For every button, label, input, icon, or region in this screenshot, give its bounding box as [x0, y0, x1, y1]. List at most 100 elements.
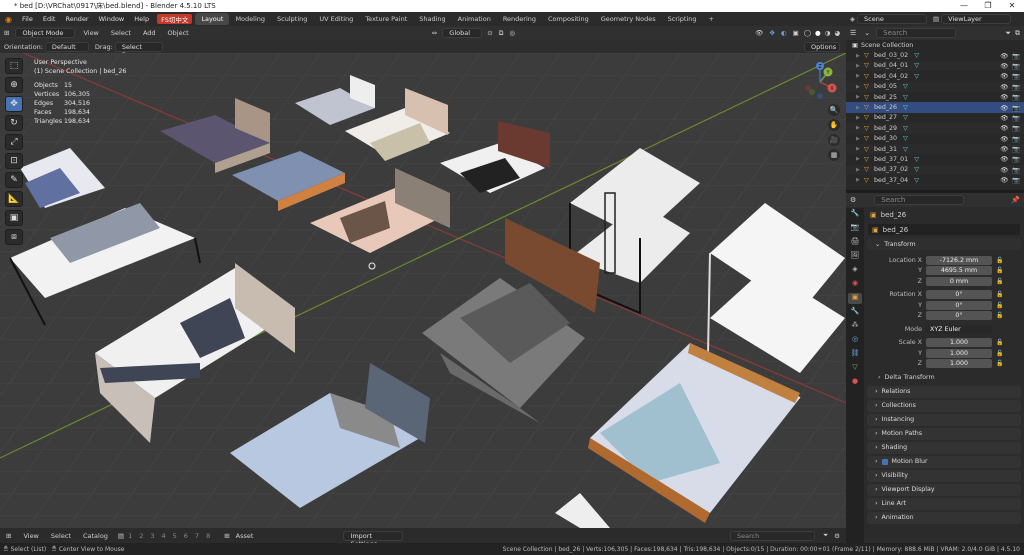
tab-geometry-nodes[interactable]: Geometry Nodes	[595, 13, 662, 25]
camera-render-icon[interactable]: 📷	[1012, 124, 1020, 132]
rotate-tool-icon[interactable]: ↻	[5, 115, 23, 131]
panel-shading[interactable]: › Shading	[867, 441, 1021, 454]
mirror-icon[interactable]: ⇔	[432, 29, 437, 37]
outliner-item-bed-04-02[interactable]: ▶ ▽ bed_04_02 ▽ 👁 📷	[846, 71, 1024, 81]
layer-2-button[interactable]: 2	[139, 532, 143, 540]
add-cube-tool-icon[interactable]: ▣	[5, 210, 23, 226]
expand-arrow-icon[interactable]: ▶	[856, 146, 864, 152]
outliner-item-bed-29[interactable]: ▶ ▽ bed_29 ▽ 👁 📷	[846, 123, 1024, 134]
menu-file[interactable]: File	[17, 15, 38, 23]
expand-arrow-icon[interactable]: ▶	[856, 156, 864, 162]
outliner-search-input[interactable]: Search	[876, 28, 957, 38]
panel-collections[interactable]: › Collections	[867, 399, 1021, 412]
panel-relations[interactable]: › Relations	[867, 385, 1021, 398]
eye-visibility-icon[interactable]: 👁	[1000, 93, 1008, 101]
timeline-menu-catalog[interactable]: Catalog	[77, 532, 114, 540]
transform-panel-header[interactable]: ⌄ Transform	[867, 238, 1021, 250]
tab-rendering[interactable]: Rendering	[497, 13, 542, 25]
blender-logo-icon[interactable]: ◉	[0, 15, 17, 24]
expand-arrow-icon[interactable]: ▶	[856, 84, 864, 90]
tab-layout[interactable]: Layout	[195, 13, 230, 25]
location-z-field[interactable]: 0 mm	[926, 276, 992, 286]
shading-solid-icon[interactable]: ●	[815, 29, 821, 37]
overlay-toggle-icon[interactable]: ◐	[781, 29, 787, 37]
camera-render-icon[interactable]: 📷	[1012, 104, 1020, 112]
pan-hand-icon[interactable]: ✋	[828, 119, 840, 131]
output-tab-icon[interactable]: 🖨	[848, 237, 862, 248]
eye-visibility-icon[interactable]: 👁	[1000, 72, 1008, 80]
outliner-item-bed-37-04[interactable]: ▶ ▽ bed_37_04 ▽ 👁 📷	[846, 175, 1024, 185]
panel-animation[interactable]: › Animation	[867, 511, 1021, 524]
measure-tool-icon[interactable]: 📐	[5, 191, 23, 207]
outliner-item-bed-31[interactable]: ▶ ▽ bed_31 ▽ 👁 📷	[846, 143, 1024, 155]
tab-compositing[interactable]: Compositing	[542, 13, 595, 25]
eye-visibility-icon[interactable]: 👁	[1000, 104, 1008, 112]
shading-rendered-icon[interactable]: ◕	[834, 29, 840, 37]
menu-window[interactable]: Window	[94, 15, 130, 23]
data-tab-icon[interactable]: ▽	[848, 363, 862, 374]
viewport-menu-view[interactable]: View	[77, 29, 104, 37]
library-icon[interactable]: ▤	[118, 532, 124, 540]
options-dropdown[interactable]: Options	[804, 41, 840, 52]
add-object-tool-icon[interactable]: ⧈	[5, 229, 23, 245]
expand-arrow-icon[interactable]: ▶	[856, 115, 864, 121]
filter-icon[interactable]: ⏷	[1005, 29, 1011, 38]
expand-arrow-icon[interactable]: ▶	[856, 125, 864, 131]
menu-help[interactable]: Help	[129, 15, 154, 23]
rotation-mode-selector[interactable]: XYZ Euler	[926, 324, 992, 334]
panel-line-art[interactable]: › Line Art	[867, 497, 1021, 510]
lock-icon[interactable]: 🔓	[996, 339, 1003, 346]
tab-modeling[interactable]: Modeling	[229, 13, 271, 25]
layer-5-button[interactable]: 5	[173, 532, 177, 540]
object-data-name-field[interactable]: bed_26	[883, 226, 909, 234]
maximize-button[interactable]: ❐	[976, 0, 1000, 12]
settings-gear-icon[interactable]: ⚙	[834, 532, 840, 540]
camera-render-icon[interactable]: 📷	[1012, 52, 1020, 60]
lock-icon[interactable]: 🔓	[996, 267, 1003, 274]
camera-render-icon[interactable]: 📷	[1012, 83, 1020, 91]
eye-visibility-icon[interactable]: 👁	[1000, 124, 1008, 132]
layer-1-button[interactable]: 1	[128, 532, 132, 540]
outliner-item-bed-37-01[interactable]: ▶ ▽ bed_37_01 ▽ 👁 📷	[846, 154, 1024, 164]
render-tab-icon[interactable]: 📷	[848, 223, 862, 234]
ortho-toggle-icon[interactable]: ▦	[828, 149, 840, 161]
layer-8-button[interactable]: 8	[206, 532, 210, 540]
expand-arrow-icon[interactable]: ▶	[856, 105, 864, 111]
lock-icon[interactable]: 🔓	[996, 278, 1003, 285]
scale-tool-icon[interactable]: ⤢	[5, 134, 23, 150]
outliner-editor-icon[interactable]: ☰	[850, 29, 856, 37]
outliner-item-bed-05[interactable]: ▶ ▽ bed_05 ▽ 👁 📷	[846, 81, 1024, 92]
panel-motion-blur[interactable]: › Motion Blur	[867, 455, 1021, 468]
asset-search-input[interactable]: Search	[729, 530, 815, 541]
close-button[interactable]: ✕	[1000, 0, 1024, 12]
outliner-item-bed-03-02[interactable]: ▶ ▽ bed_03_02 ▽ 👁 📷	[846, 50, 1024, 60]
drag-selector[interactable]: Select Box	[114, 41, 163, 59]
viewport-scene[interactable]	[0, 53, 846, 528]
annotate-tool-icon[interactable]: ✎	[5, 172, 23, 188]
expand-arrow-icon[interactable]: ▶	[856, 73, 864, 79]
zoom-icon[interactable]: 🔍	[828, 104, 840, 116]
add-workspace-button[interactable]: +	[703, 13, 720, 25]
camera-view-icon[interactable]: 🎥	[828, 134, 840, 146]
location-y-field[interactable]: 4695.5 mm	[926, 266, 992, 276]
object-name-field[interactable]: bed_26	[881, 211, 907, 219]
tab-scripting[interactable]: Scripting	[662, 13, 703, 25]
pivot-icon[interactable]: ⊙	[487, 29, 492, 37]
camera-render-icon[interactable]: 📷	[1012, 93, 1020, 101]
rotation-x-field[interactable]: 0°	[926, 290, 992, 300]
move-tool-icon[interactable]: ✥	[5, 96, 23, 112]
visibility-icon[interactable]: 👁	[755, 29, 763, 37]
lock-icon[interactable]: 🔓	[996, 302, 1003, 309]
scale-x-field[interactable]: 1.000	[926, 338, 992, 348]
scene-selector[interactable]: Scene	[857, 14, 927, 24]
eye-visibility-icon[interactable]: 👁	[1000, 52, 1008, 60]
camera-render-icon[interactable]: 📷	[1012, 166, 1020, 174]
rotation-y-field[interactable]: 0°	[926, 300, 992, 310]
editor-type-icon[interactable]: ⊞	[6, 532, 11, 540]
3d-viewport[interactable]	[0, 53, 846, 528]
new-collection-icon[interactable]: ⧉	[1015, 29, 1020, 38]
panel-motion-paths[interactable]: › Motion Paths	[867, 427, 1021, 440]
addon-translate-button[interactable]: FS切中文	[157, 14, 193, 24]
particles-tab-icon[interactable]: ⁂	[848, 321, 862, 332]
shading-material-icon[interactable]: ◑	[825, 29, 831, 37]
